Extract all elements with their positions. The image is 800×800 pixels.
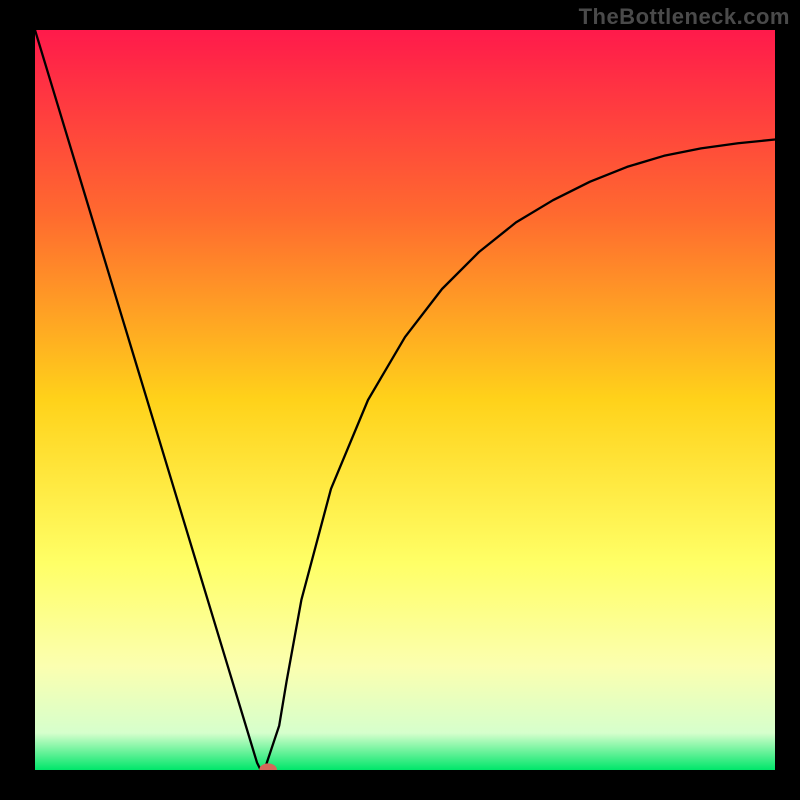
watermark-text: TheBottleneck.com — [579, 4, 790, 30]
bottleneck-chart — [0, 0, 800, 800]
chart-frame: TheBottleneck.com — [0, 0, 800, 800]
optimal-point-marker — [259, 763, 277, 776]
